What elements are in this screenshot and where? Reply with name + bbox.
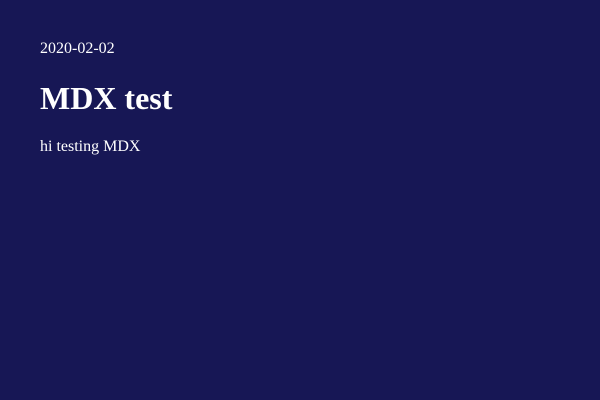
post-body-text: hi testing MDX xyxy=(40,138,141,155)
post-date: 2020-02-02 xyxy=(40,40,115,57)
post-page: 2020-02-02 MDX test hi testing MDX xyxy=(0,0,600,400)
post-title: MDX test xyxy=(40,80,173,116)
